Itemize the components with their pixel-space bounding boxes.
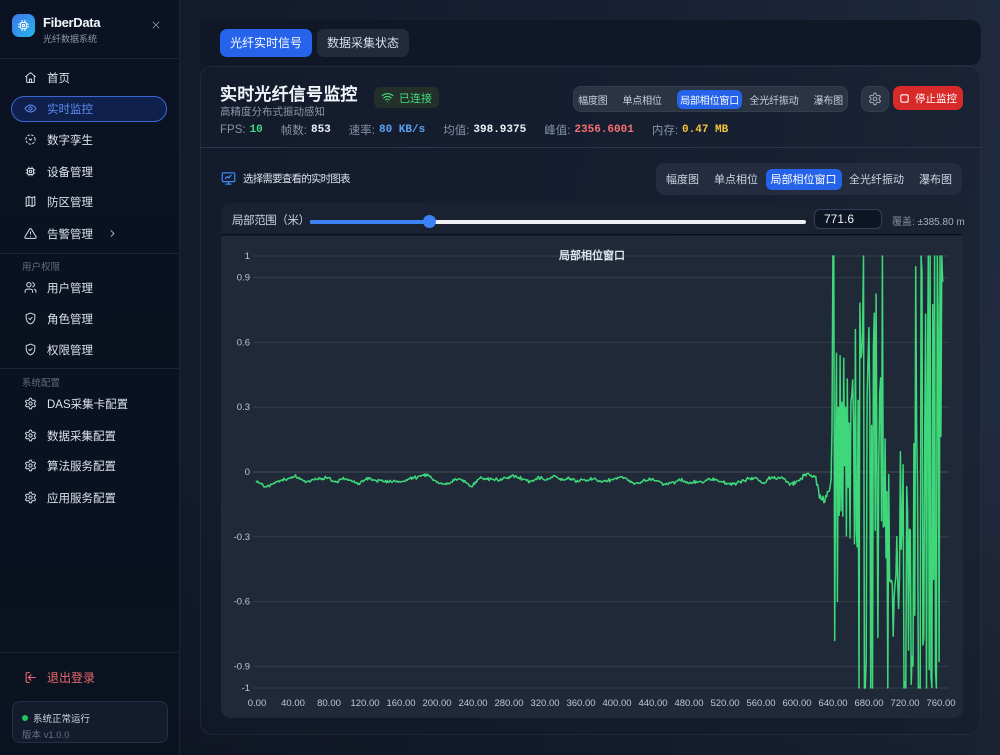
svg-text:40.00: 40.00 <box>281 698 305 709</box>
svg-text:240.00: 240.00 <box>458 698 487 709</box>
svg-text:80.00: 80.00 <box>317 698 341 709</box>
svg-text:640.00: 640.00 <box>818 698 847 709</box>
svg-text:280.00: 280.00 <box>494 698 523 709</box>
svg-text:0.00: 0.00 <box>248 698 267 709</box>
svg-text:400.00: 400.00 <box>602 698 631 709</box>
svg-text:600.00: 600.00 <box>782 698 811 709</box>
svg-text:-0.3: -0.3 <box>234 532 250 543</box>
svg-text:0.3: 0.3 <box>237 402 250 413</box>
svg-text:120.00: 120.00 <box>350 698 379 709</box>
svg-text:480.00: 480.00 <box>674 698 703 709</box>
svg-text:320.00: 320.00 <box>530 698 559 709</box>
svg-text:-0.9: -0.9 <box>234 661 250 672</box>
svg-text:520.00: 520.00 <box>710 698 739 709</box>
svg-text:0.6: 0.6 <box>237 337 250 348</box>
svg-text:160.00: 160.00 <box>386 698 415 709</box>
svg-text:760.00: 760.00 <box>926 698 955 709</box>
svg-text:720.00: 720.00 <box>890 698 919 709</box>
svg-text:1: 1 <box>245 251 250 262</box>
svg-text:0: 0 <box>245 467 250 478</box>
svg-text:0.9: 0.9 <box>237 273 250 284</box>
svg-text:680.00: 680.00 <box>854 698 883 709</box>
svg-text:560.00: 560.00 <box>746 698 775 709</box>
svg-text:-1: -1 <box>242 683 250 694</box>
svg-text:440.00: 440.00 <box>638 698 667 709</box>
svg-text:200.00: 200.00 <box>422 698 451 709</box>
svg-text:-0.6: -0.6 <box>234 597 250 608</box>
svg-text:360.00: 360.00 <box>566 698 595 709</box>
